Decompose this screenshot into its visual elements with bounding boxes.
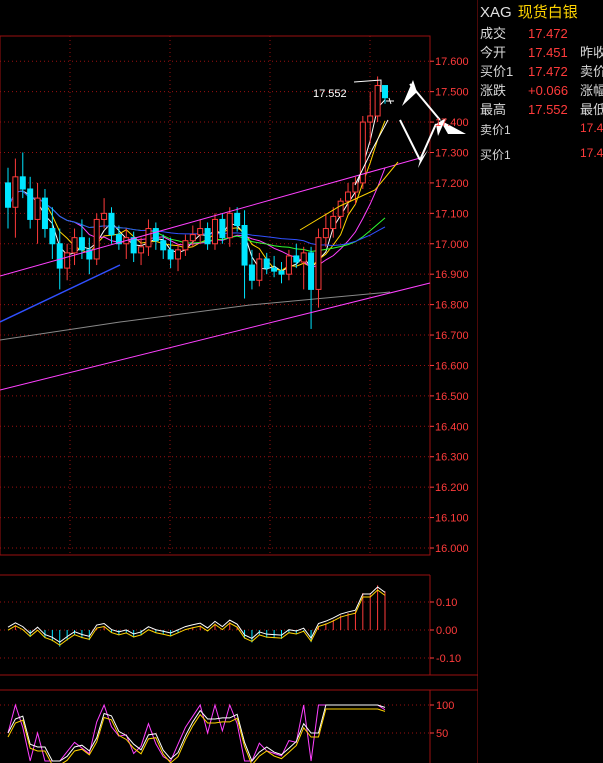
tick-label: 16.800 bbox=[435, 300, 469, 312]
ask-level[interactable]: 卖价1 17.4 bbox=[480, 121, 603, 138]
main-panel-frame bbox=[0, 35, 431, 556]
arrow-up-icon bbox=[402, 80, 417, 106]
candle-body bbox=[27, 188, 34, 220]
candle-body bbox=[241, 225, 248, 266]
trend-overlay bbox=[0, 79, 466, 391]
candle-body bbox=[382, 85, 388, 99]
candle-body bbox=[78, 237, 85, 251]
quote-panel: XAG 现货白银 成交 17.472 今开 17.451 昨收 买价1 17.472 卖价 … bbox=[478, 0, 603, 763]
tick-label: 0.00 bbox=[436, 625, 457, 637]
tick-label: 16.300 bbox=[435, 452, 469, 464]
candle-body bbox=[330, 215, 337, 230]
candle-body bbox=[49, 228, 56, 245]
candle-body bbox=[308, 252, 315, 290]
candle-body bbox=[160, 240, 167, 251]
main-grid bbox=[0, 0, 478, 763]
candle-body bbox=[130, 237, 137, 254]
tick-label: 0.10 bbox=[436, 597, 457, 609]
tick-label: 16.700 bbox=[435, 330, 469, 342]
candle-body bbox=[175, 249, 182, 260]
tick-label: 16.600 bbox=[435, 360, 469, 372]
trendline-lower bbox=[0, 282, 431, 391]
candle-body bbox=[234, 212, 241, 227]
candle-body bbox=[285, 255, 292, 275]
candle-body bbox=[93, 218, 100, 260]
quote-row: 成交 17.472 bbox=[480, 26, 568, 41]
arrow-line bbox=[419, 123, 437, 161]
macd-panel: 0.10 0.00 -0.10 bbox=[0, 574, 478, 676]
tick-label: 17.100 bbox=[435, 208, 469, 220]
tick-label: 16.900 bbox=[435, 269, 469, 281]
candle-body bbox=[182, 240, 189, 251]
tick-label: 100 bbox=[436, 700, 454, 712]
candle-body bbox=[12, 176, 19, 208]
kdj-panel: 100 50 bbox=[0, 689, 478, 763]
candle-body bbox=[64, 252, 71, 269]
tick-label: 16.400 bbox=[435, 421, 469, 433]
candle-body bbox=[293, 255, 300, 263]
tick-label: -0.10 bbox=[436, 653, 461, 665]
candle-body bbox=[374, 85, 381, 117]
candle-body bbox=[41, 197, 48, 230]
ma-line bbox=[7, 120, 386, 272]
candle-body bbox=[5, 182, 11, 208]
tick-label: 17.500 bbox=[435, 87, 469, 99]
candle-body bbox=[226, 212, 233, 239]
candle-body bbox=[315, 237, 322, 290]
candle-body bbox=[271, 267, 278, 272]
chart-area: 16.000 16.100 16.200 16.300 16.400 16.500 16.6… bbox=[0, 0, 478, 763]
candle-body bbox=[248, 264, 255, 281]
ma-line-long bbox=[0, 291, 391, 341]
candle-body bbox=[108, 212, 115, 236]
candle-body bbox=[152, 228, 159, 242]
candle-body bbox=[56, 243, 63, 269]
tick-label: 17.000 bbox=[435, 239, 469, 251]
high-annotation: 17.552 bbox=[313, 88, 347, 100]
tick-label: 16.200 bbox=[435, 482, 469, 494]
candle-body bbox=[71, 237, 78, 254]
quote-row: 最高 17.552 最低 bbox=[480, 102, 603, 117]
tick-label: 17.600 bbox=[435, 56, 469, 68]
arrow-line bbox=[399, 119, 421, 161]
candle-body bbox=[278, 270, 285, 275]
candle-body bbox=[145, 228, 152, 248]
cross-icon bbox=[386, 97, 394, 105]
candle-body bbox=[300, 252, 307, 263]
macd-dea-line bbox=[7, 589, 386, 646]
macd-dif-line bbox=[7, 586, 386, 643]
candle-body bbox=[189, 234, 196, 242]
candle-body bbox=[19, 176, 26, 190]
candle-body bbox=[34, 197, 41, 220]
candle-body bbox=[263, 258, 270, 269]
tick-label: 16.100 bbox=[435, 513, 469, 525]
candle-body bbox=[138, 246, 145, 254]
candle-body bbox=[211, 218, 218, 245]
candle-body bbox=[101, 212, 108, 220]
tick-label: 16.500 bbox=[435, 391, 469, 403]
tick-label: 16.000 bbox=[435, 543, 469, 555]
symbol-name: 现货白银 bbox=[517, 4, 578, 21]
candle-body bbox=[219, 218, 226, 239]
candle-body bbox=[197, 228, 204, 236]
quote-row: 涨跌 +0.066 涨幅 bbox=[480, 83, 603, 98]
tick-label: 50 bbox=[436, 728, 448, 740]
candle-body bbox=[367, 115, 374, 123]
candle-body bbox=[322, 228, 329, 239]
symbol-code: XAG bbox=[480, 4, 512, 21]
tick-label: 17.300 bbox=[435, 147, 469, 159]
candle-body bbox=[337, 200, 344, 217]
bid-level[interactable]: 买价1 17.4 bbox=[480, 146, 603, 163]
candle-body bbox=[204, 228, 211, 245]
candle-body bbox=[167, 249, 174, 260]
tick-label: 17.200 bbox=[435, 178, 469, 190]
candle-body bbox=[345, 191, 352, 202]
quote-row: 买价1 17.472 卖价 bbox=[480, 64, 603, 79]
quote-row: 今开 17.451 昨收 bbox=[480, 45, 603, 60]
tick-label: 17.400 bbox=[435, 117, 469, 129]
candlesticks bbox=[5, 76, 388, 329]
symbol-header: XAG 现货白银 bbox=[480, 1, 578, 22]
trendline-upper bbox=[0, 157, 421, 277]
candle-body bbox=[256, 258, 263, 281]
